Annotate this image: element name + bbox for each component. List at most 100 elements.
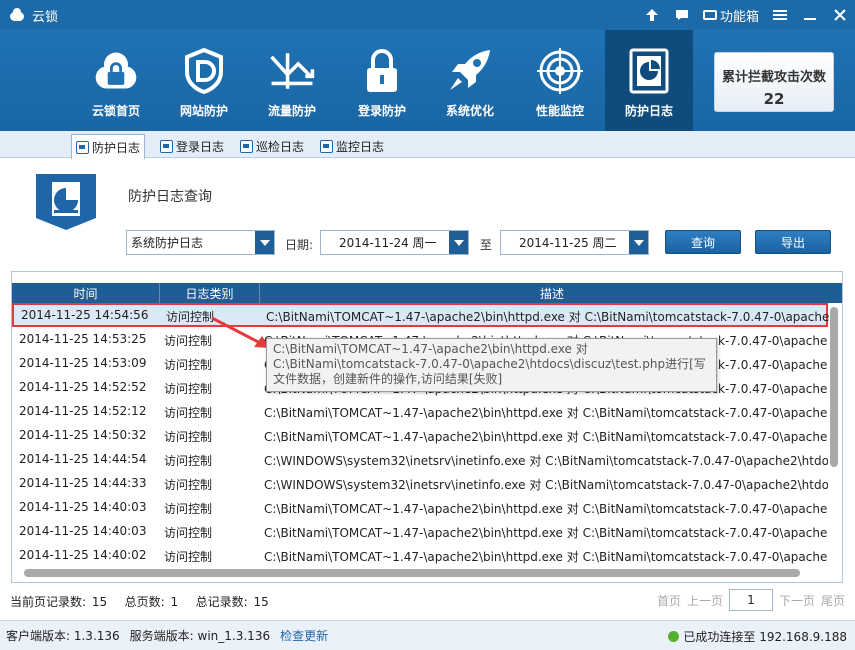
export-button[interactable]: 导出 <box>755 230 831 254</box>
cell-description: C:\BitNami\TOMCAT~1.47-\apache2\bin\http… <box>266 310 830 324</box>
toolbox-label: 功能箱 <box>719 9 759 25</box>
tab-label: 登录日志 <box>176 139 225 154</box>
to-label: 至 <box>480 238 493 252</box>
chevron-down-icon <box>629 231 648 254</box>
log-type-select[interactable]: 系统防护日志 <box>126 230 275 255</box>
radar-icon <box>536 46 584 96</box>
cell-time: 2014-11-25 14:52:52 <box>19 380 147 394</box>
cell-time: 2014-11-25 14:52:12 <box>19 404 147 418</box>
cell-description: C:\BitNami\TOMCAT~1.47-\apache2\bin\http… <box>264 550 828 564</box>
table-row[interactable]: 2014-11-25 14:44:54 访问控制 C:\WINDOWS\system… <box>12 447 828 471</box>
tab-monitor-log[interactable]: 监控日志 <box>316 134 388 158</box>
attack-counter-value: 22 <box>763 90 785 108</box>
nav-item-system-optimize[interactable]: 系统优化 <box>426 30 514 131</box>
table-row[interactable]: 2014-11-25 14:52:12 访问控制 C:\BitNami\TOMCAT… <box>12 399 828 423</box>
header-time[interactable]: 时间 <box>12 283 160 303</box>
window-title: 云锁 <box>32 9 59 25</box>
cell-type: 访问控制 <box>164 406 213 420</box>
header-type[interactable]: 日志类别 <box>160 283 260 303</box>
log-tab-icon <box>320 139 333 153</box>
tab-inspection-log[interactable]: 巡检日志 <box>236 134 308 158</box>
chevron-down-icon <box>255 231 274 254</box>
attack-counter: 累计拦截攻击次数 22 <box>714 52 834 112</box>
cell-description: C:\BitNami\TOMCAT~1.47-\apache2\bin\http… <box>264 526 828 540</box>
header-description[interactable]: 描述 <box>260 283 842 303</box>
traffic-arrows-icon <box>268 46 316 96</box>
upgrade-icon[interactable] <box>637 0 667 30</box>
start-date-picker[interactable]: 2014-11-24 周一 <box>320 230 469 255</box>
cell-type: 访问控制 <box>164 382 213 396</box>
chevron-down-icon <box>449 231 468 254</box>
toolbox-button[interactable]: 功能箱 <box>697 6 765 25</box>
cell-time: 2014-11-25 14:40:03 <box>19 524 147 538</box>
cell-description: C:\BitNami\TOMCAT~1.47-\apache2\bin\http… <box>264 502 828 516</box>
check-update-link[interactable]: 检查更新 <box>280 627 328 644</box>
log-query-icon <box>36 174 96 230</box>
cell-type: 访问控制 <box>164 454 213 468</box>
minimize-icon[interactable] <box>795 0 825 30</box>
tab-login-log[interactable]: 登录日志 <box>156 134 228 158</box>
first-page-link[interactable]: 首页 <box>657 592 681 609</box>
horizontal-scrollbar[interactable] <box>24 569 800 577</box>
padlock-icon <box>358 46 406 96</box>
cell-type: 访问控制 <box>164 502 213 516</box>
table-row[interactable]: 2014-11-25 14:40:03 访问控制 C:\BitNami\TOMCAT… <box>12 495 828 519</box>
log-report-icon <box>625 46 673 96</box>
table-row[interactable]: 2014-11-25 14:50:32 访问控制 C:\BitNami\TOMCAT… <box>12 423 828 447</box>
last-page-link[interactable]: 尾页 <box>821 592 845 609</box>
server-version: 服务端版本: win_1.3.136 <box>129 629 271 643</box>
prev-page-link[interactable]: 上一页 <box>687 592 723 609</box>
table-row[interactable]: 2014-11-25 14:40:03 访问控制 C:\BitNami\TOMCAT… <box>12 519 828 543</box>
nav-item-traffic-protection[interactable]: 流量防护 <box>248 30 336 131</box>
end-date-picker[interactable]: 2014-11-25 周二 <box>500 230 649 255</box>
cell-time: 2014-11-25 14:44:54 <box>19 452 147 466</box>
current-count: 15 <box>91 595 108 609</box>
page-title: 防护日志查询 <box>128 189 212 205</box>
nav-label: 流量防护 <box>267 104 316 118</box>
tab-label: 巡检日志 <box>256 139 305 154</box>
cell-time: 2014-11-25 14:40:03 <box>19 500 147 514</box>
total-pages-label: 总页数: <box>124 595 165 609</box>
page-number-input[interactable]: 1 <box>728 589 773 611</box>
nav-item-performance-monitor[interactable]: 性能监控 <box>516 30 604 131</box>
shield-d-icon <box>180 46 228 96</box>
table-row[interactable]: 2014-11-25 14:54:56 访问控制 C:\BitNami\TOMCAT… <box>12 303 830 327</box>
tab-label: 监控日志 <box>336 139 385 154</box>
nav-item-website-protection[interactable]: 网站防护 <box>160 30 248 131</box>
attack-counter-label: 累计拦截攻击次数 <box>721 70 826 85</box>
connection-text: 已成功连接至 192.168.9.188 <box>683 630 847 644</box>
nav-label: 系统优化 <box>445 104 494 118</box>
cell-time: 2014-11-25 14:40:02 <box>19 548 147 562</box>
cell-time: 2014-11-25 14:53:25 <box>19 332 147 346</box>
menu-icon[interactable] <box>765 0 795 30</box>
nav-label: 登录防护 <box>357 104 406 118</box>
table-row[interactable]: 2014-11-25 14:44:33 访问控制 C:\WINDOWS\system… <box>12 471 828 495</box>
total-records: 15 <box>253 595 269 609</box>
nav-item-protection-log[interactable]: 防护日志 <box>605 30 693 131</box>
vertical-scrollbar[interactable] <box>830 307 838 467</box>
search-button[interactable]: 查询 <box>665 230 741 254</box>
cell-type: 访问控制 <box>164 550 213 564</box>
cell-type: 访问控制 <box>164 526 213 540</box>
pager-info: 当前页记录数: 15 总页数: 1 总记录数: 15 <box>10 593 269 610</box>
row-tooltip: C:\BitNami\TOMCAT~1.47-\apache2\bin\http… <box>266 338 717 392</box>
next-page-link[interactable]: 下一页 <box>779 592 815 609</box>
message-icon[interactable] <box>667 0 697 30</box>
tab-label: 防护日志 <box>92 140 141 155</box>
total-pages: 1 <box>170 595 179 609</box>
nav-label: 网站防护 <box>179 104 228 118</box>
cloud-logo-icon <box>8 8 26 22</box>
cell-type: 访问控制 <box>164 478 213 492</box>
table-row[interactable]: 2014-11-25 14:40:02 访问控制 C:\BitNami\TOMCAT… <box>12 543 828 567</box>
nav-item-home[interactable]: 云锁首页 <box>72 30 160 131</box>
close-icon[interactable] <box>825 0 855 30</box>
tab-protection-log[interactable]: 防护日志 <box>71 134 146 159</box>
connection-status: 已成功连接至 192.168.9.188 <box>668 628 847 645</box>
log-tab-icon <box>76 140 89 154</box>
cell-description: C:\WINDOWS\system32\inetsrv\inetinfo.exe… <box>264 454 828 468</box>
nav-item-login-protection[interactable]: 登录防护 <box>338 30 426 131</box>
log-table: 时间 日志类别 描述 2014-11-25 14:54:56 访问控制 C:\Bit… <box>11 271 843 583</box>
pager-controls: 首页 上一页 1 下一页 尾页 <box>657 589 845 611</box>
end-date-value: 2014-11-25 周二 <box>519 236 617 250</box>
rocket-icon <box>446 46 494 96</box>
